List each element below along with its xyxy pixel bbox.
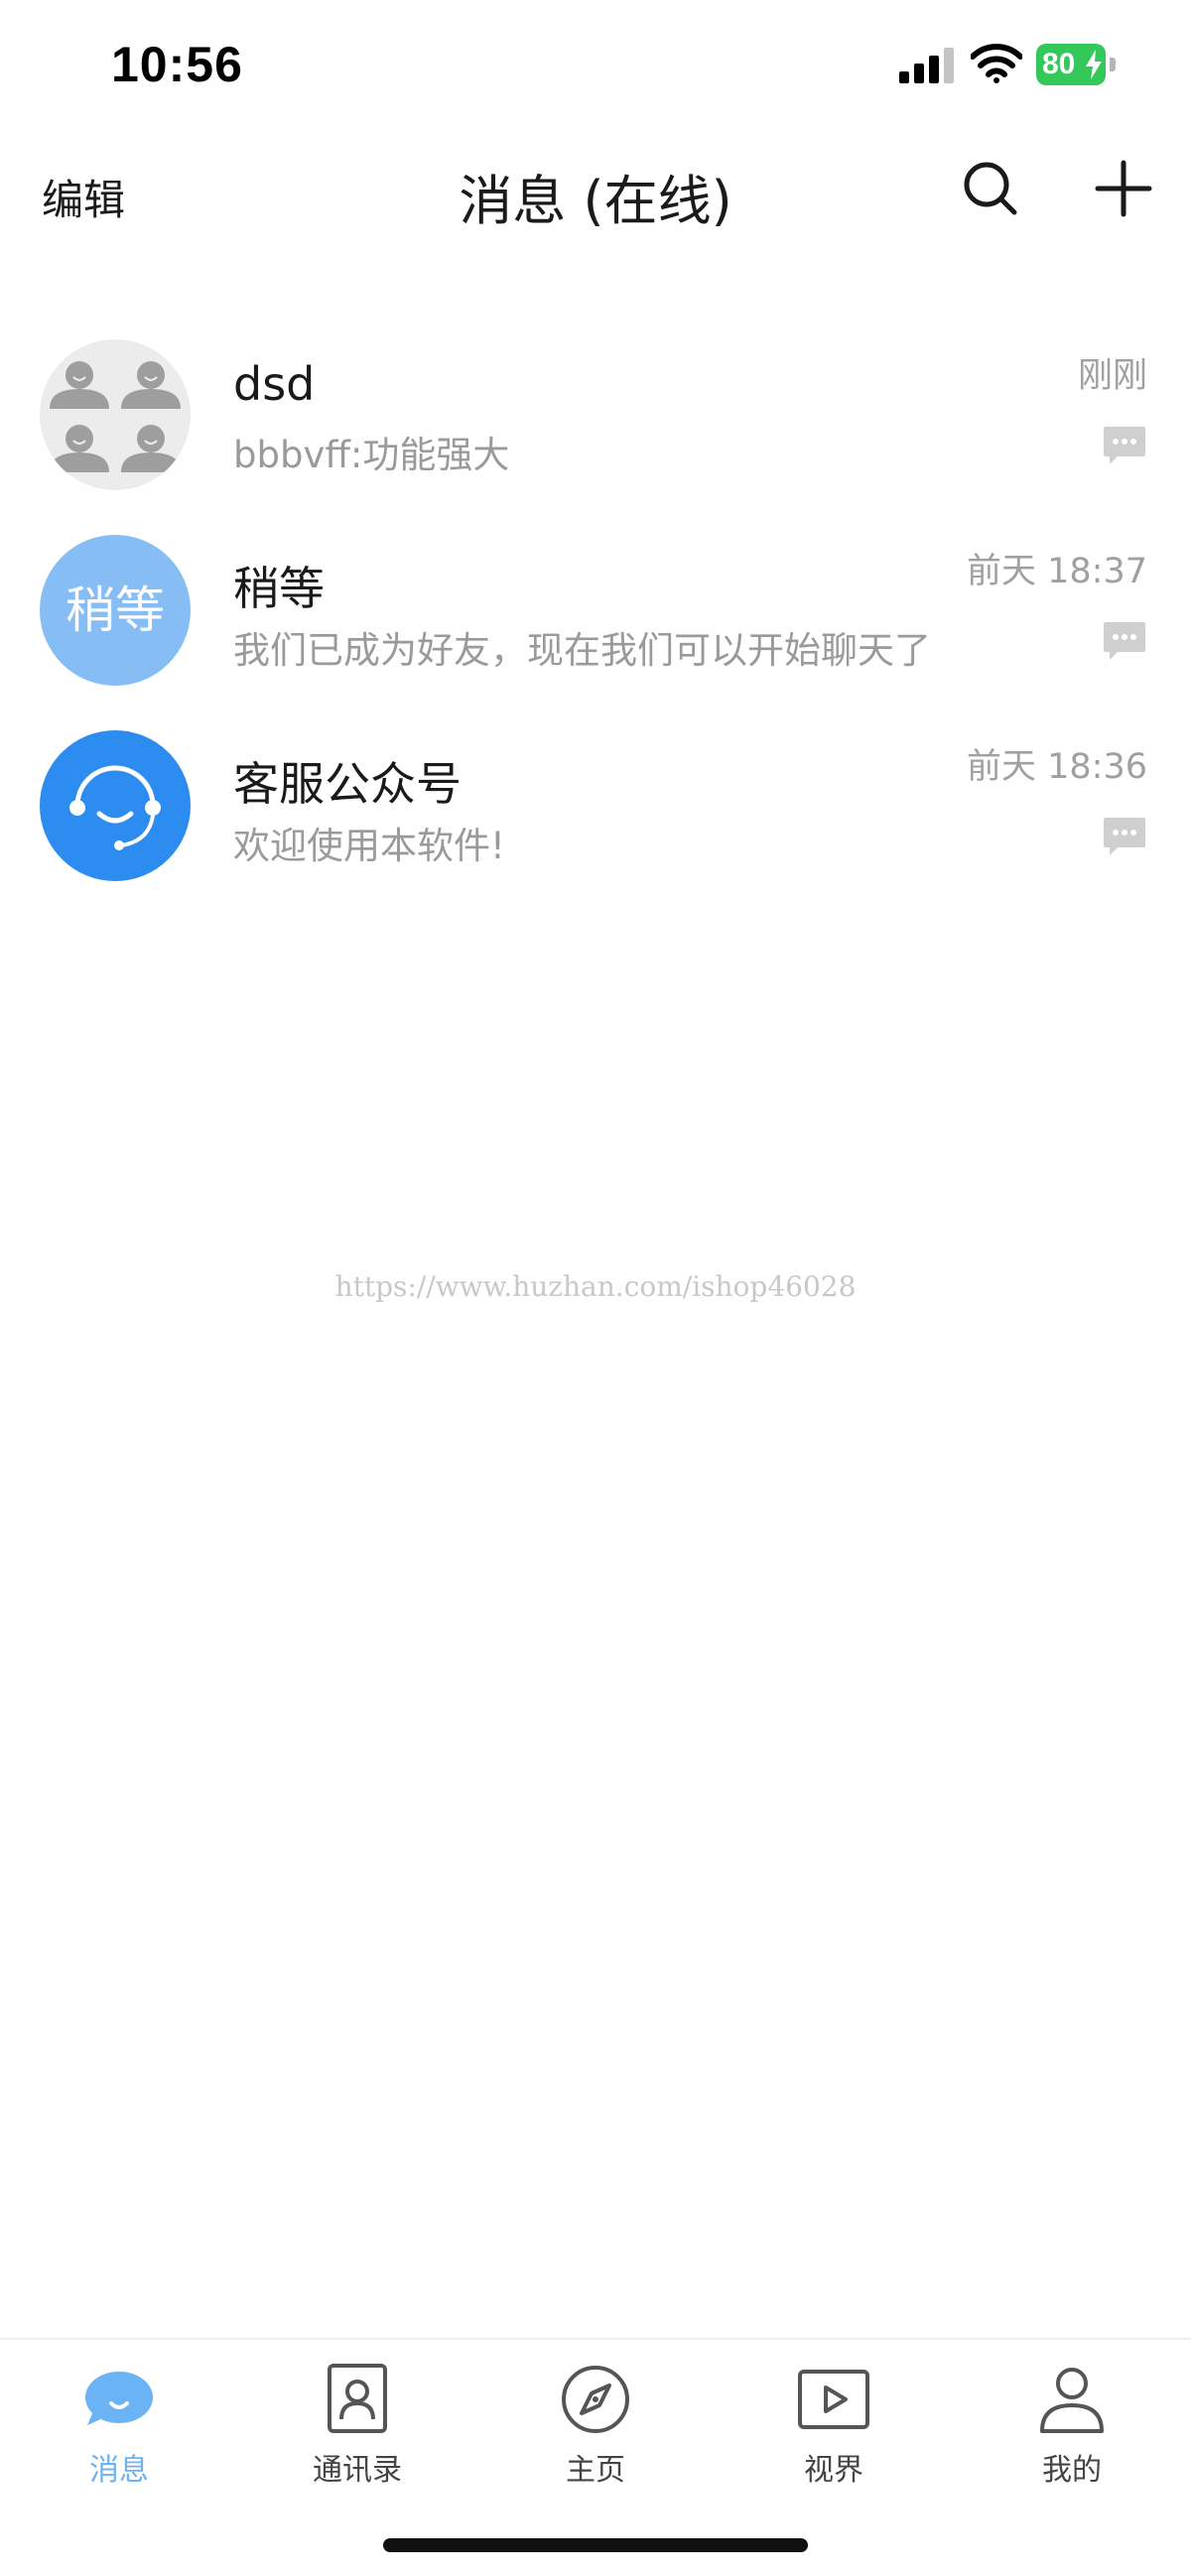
- conversation-preview: bbbvff:功能强大: [233, 434, 510, 476]
- message-bubble-icon: [1104, 427, 1145, 464]
- conversation-item[interactable]: dsd bbbvff:功能强大 刚刚: [0, 318, 1191, 513]
- edit-button[interactable]: 编辑: [42, 167, 125, 227]
- tab-label: 消息: [89, 2453, 149, 2488]
- compass-icon: [562, 2366, 629, 2433]
- message-bubble-icon: [1104, 622, 1145, 660]
- tab-label: 我的: [1042, 2453, 1102, 2488]
- tab-label: 通讯录: [313, 2453, 402, 2488]
- video-icon: [798, 2370, 869, 2429]
- headset-icon: [69, 765, 161, 850]
- text-avatar: 稍等: [40, 535, 191, 686]
- conversation-item[interactable]: 稍等 稍等 我们已成为好友，现在我们可以开始聊天了 前天 18:37: [0, 513, 1191, 708]
- conversation-preview: 欢迎使用本软件!: [233, 825, 505, 867]
- conversation-name: 稍等: [233, 562, 325, 615]
- home-indicator[interactable]: [383, 2538, 808, 2552]
- plus-icon: [1095, 160, 1152, 217]
- search-button[interactable]: [959, 157, 1022, 220]
- contacts-icon: [328, 2364, 387, 2433]
- tab-profile[interactable]: 我的: [953, 2360, 1191, 2489]
- conversation-preview: 我们已成为好友，现在我们可以开始聊天了: [233, 629, 931, 672]
- conversation-item[interactable]: 客服公众号 欢迎使用本软件! 前天 18:36: [0, 708, 1191, 904]
- chat-bubble-icon: [85, 2372, 153, 2425]
- page-title: 消息 (在线): [459, 170, 732, 232]
- watermark-text: https://www.huzhan.com/ishop46028: [334, 1270, 857, 1303]
- tab-label: 主页: [566, 2453, 625, 2488]
- service-avatar: [40, 730, 191, 881]
- group-avatar: [40, 339, 191, 490]
- battery-icon: 80: [1036, 44, 1116, 85]
- tab-home[interactable]: 主页: [476, 2360, 715, 2489]
- tab-vision[interactable]: 视界: [715, 2360, 953, 2489]
- nav-bar: 编辑 消息 (在线): [0, 139, 1191, 248]
- conversation-time: 前天 18:36: [967, 747, 1147, 787]
- add-button[interactable]: [1092, 157, 1155, 220]
- tab-contacts[interactable]: 通讯录: [238, 2360, 476, 2489]
- battery-cap: [1110, 58, 1116, 71]
- tab-messages[interactable]: 消息: [0, 2360, 238, 2489]
- search-icon: [964, 162, 1017, 215]
- status-time: 10:56: [111, 37, 243, 92]
- conversation-time: 刚刚: [1077, 356, 1147, 396]
- group-members-icon: [50, 361, 181, 472]
- wifi-icon: [971, 44, 1022, 83]
- message-bubble-icon: [1104, 818, 1145, 855]
- tab-label: 视界: [804, 2453, 863, 2488]
- messages-screen: 10:56 80 编辑 消息 (在线) dsd bbbvff:功能强大 刚刚 稍…: [0, 0, 1191, 2576]
- cellular-signal-icon: [899, 48, 954, 83]
- conversation-time: 前天 18:37: [967, 552, 1147, 591]
- status-bar: 10:56 80: [0, 0, 1191, 139]
- charging-bolt-icon: [1086, 50, 1102, 79]
- conversation-name: 客服公众号: [233, 757, 462, 811]
- profile-icon: [1040, 2368, 1104, 2433]
- conversation-list: dsd bbbvff:功能强大 刚刚 稍等 稍等 我们已成为好友，现在我们可以开…: [0, 318, 1191, 904]
- conversation-name: dsd: [233, 357, 316, 411]
